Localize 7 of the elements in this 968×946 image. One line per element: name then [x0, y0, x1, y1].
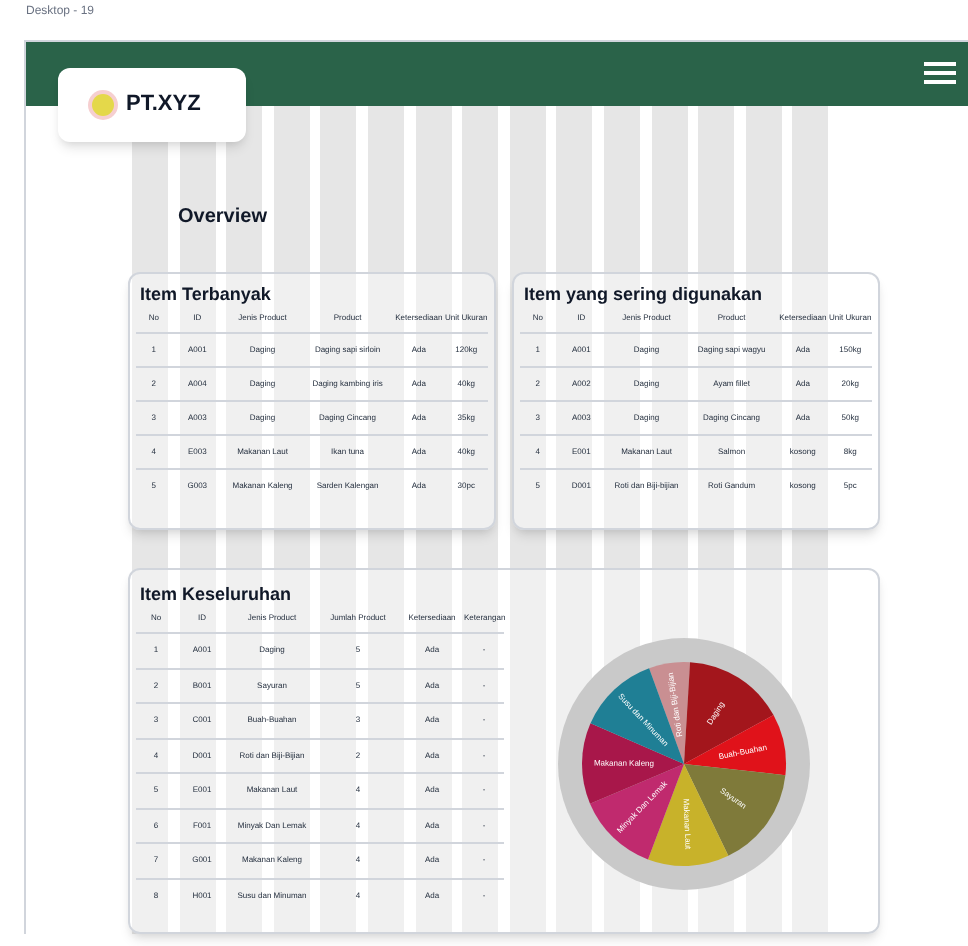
card-title: Item yang sering digunakan: [522, 286, 763, 304]
section-title: Overview: [178, 206, 267, 228]
card-title: Item Keseluruhan: [138, 586, 292, 604]
card-title: Item Terbanyak: [138, 286, 271, 304]
menu-icon[interactable]: [924, 62, 956, 84]
logo-icon: [88, 90, 118, 120]
brand-name: PT.XYZ: [126, 90, 201, 121]
